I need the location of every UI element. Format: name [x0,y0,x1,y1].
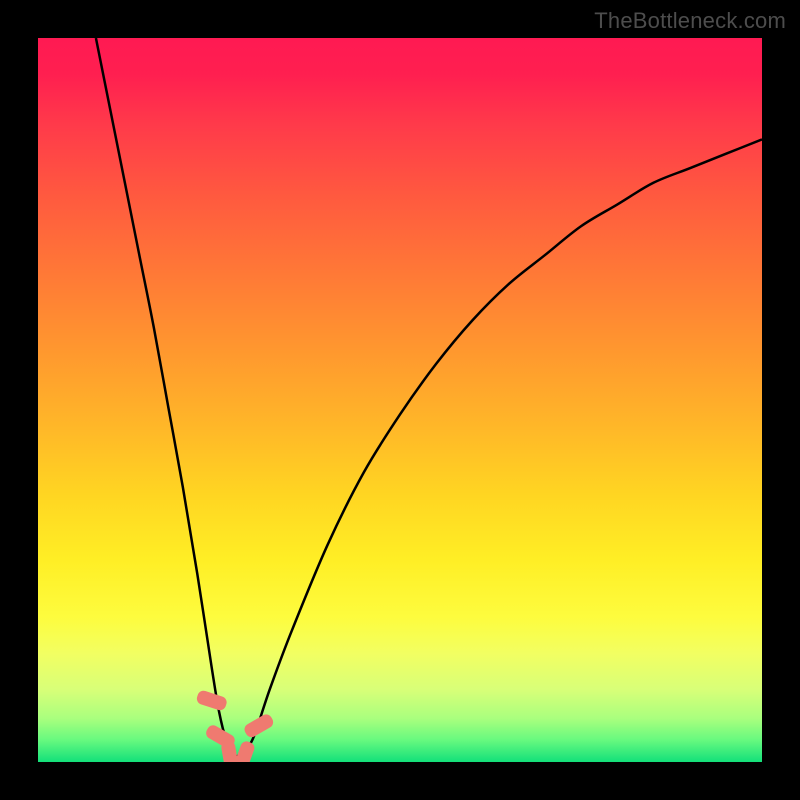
curve-marker [242,712,275,739]
watermark-text: TheBottleneck.com [594,8,786,34]
chart-svg [38,38,762,762]
plot-area [38,38,762,762]
curve-marker [233,740,256,762]
outer-frame: TheBottleneck.com [0,0,800,800]
curve-markers [195,689,275,762]
curve-marker [195,689,228,712]
bottleneck-curve [96,38,762,756]
